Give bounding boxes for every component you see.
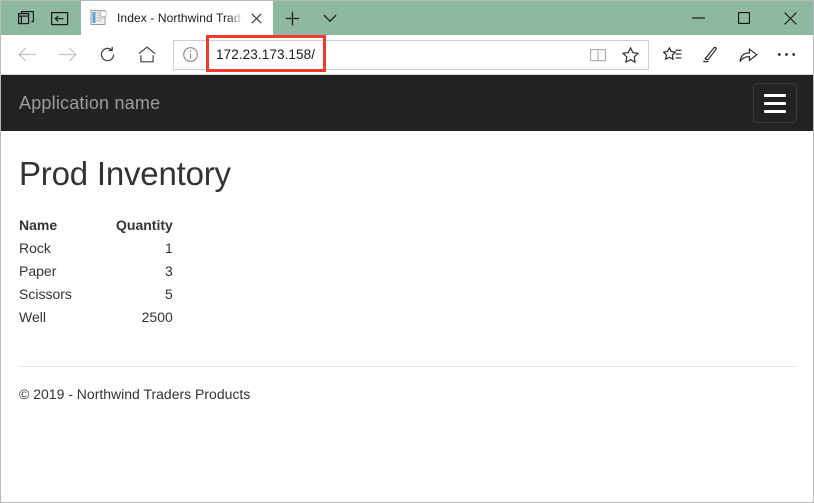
window-controls	[675, 1, 813, 35]
settings-more-icon[interactable]	[767, 37, 805, 73]
cell-quantity: 5	[164, 286, 173, 302]
page-viewport: Application name Prod Inventory Name Qua…	[1, 75, 813, 502]
browser-tab[interactable]: Index - Northwind Trade	[81, 1, 273, 35]
table-row: Paper 3	[19, 264, 173, 287]
cell-quantity: 2500	[141, 309, 173, 325]
hamburger-bar	[764, 101, 786, 105]
share-icon[interactable]	[729, 37, 767, 73]
browser-toolbar-actions	[653, 37, 805, 73]
column-header-name: Name	[19, 217, 58, 233]
refresh-button[interactable]	[87, 37, 127, 73]
home-button[interactable]	[127, 37, 167, 73]
set-aside-tabs-icon[interactable]	[43, 3, 77, 33]
cell-name: Rock	[19, 240, 51, 256]
window-restore-icon[interactable]	[9, 3, 43, 33]
back-button[interactable]	[7, 37, 47, 73]
chevron-down-icon[interactable]	[311, 2, 349, 34]
tab-title: Index - Northwind Trade	[117, 11, 243, 25]
cell-name: Paper	[19, 263, 57, 279]
hamburger-bar	[764, 109, 786, 113]
navigation-toolbar: 172.23.173.158/	[1, 35, 813, 75]
inventory-table-body: Rock 1 Paper 3 Scissors 5 Well 2500	[19, 241, 173, 333]
hamburger-bar	[764, 93, 786, 97]
cell-name: Well	[19, 309, 46, 325]
cell-quantity: 1	[164, 240, 173, 256]
maximize-button[interactable]	[721, 1, 767, 35]
table-row: Scissors 5	[19, 287, 173, 310]
reading-view-icon[interactable]	[582, 41, 614, 69]
table-header-row: Name Quantity	[19, 217, 173, 241]
table-row: Rock 1	[19, 241, 173, 264]
new-tab-icon[interactable]	[273, 2, 311, 34]
browser-window: Index - Northwind Trade 172.23.173.158/ …	[0, 0, 814, 503]
page-content: Prod Inventory Name Quantity Rock 1 Pape…	[1, 131, 813, 502]
hamburger-menu-icon[interactable]	[753, 83, 797, 123]
column-header-quantity: Quantity	[116, 217, 173, 233]
close-window-button[interactable]	[767, 1, 813, 35]
site-info-icon[interactable]	[174, 41, 206, 69]
url-input[interactable]: 172.23.173.158/	[206, 40, 582, 69]
page-title: Prod Inventory	[19, 155, 231, 192]
web-notes-icon[interactable]	[691, 37, 729, 73]
inventory-table: Name Quantity Rock 1 Paper 3 Scissors 5 …	[19, 217, 173, 333]
title-bar: Index - Northwind Trade	[1, 1, 813, 35]
cell-name: Scissors	[19, 286, 72, 302]
favorites-hub-icon[interactable]	[653, 37, 691, 73]
address-bar-icons	[582, 41, 648, 69]
forward-button[interactable]	[47, 37, 87, 73]
table-row: Well 2500	[19, 310, 173, 333]
brand-link[interactable]: Application name	[19, 93, 160, 114]
cell-quantity: 3	[164, 263, 173, 279]
inventory-table-head: Name Quantity	[19, 217, 173, 241]
address-bar[interactable]: 172.23.173.158/	[173, 39, 649, 70]
titlebar-left-icons	[1, 1, 81, 35]
tab-strip-controls	[273, 1, 349, 35]
site-navbar: Application name	[1, 75, 813, 131]
minimize-button[interactable]	[675, 1, 721, 35]
site-footer: © 2019 - Northwind Traders Products	[19, 386, 251, 402]
page-favicon	[90, 10, 107, 25]
close-tab-icon[interactable]	[243, 5, 269, 31]
favorite-star-icon[interactable]	[614, 41, 646, 69]
